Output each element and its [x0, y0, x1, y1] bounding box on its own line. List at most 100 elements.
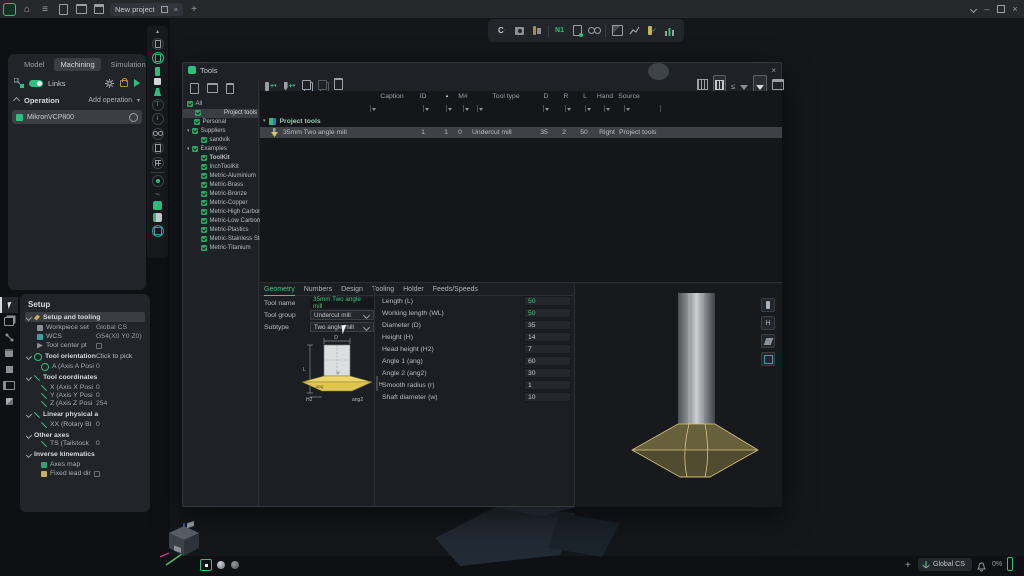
- tool-orientation-node[interactable]: Tool orientationClick to pick: [26, 352, 144, 361]
- snap-mode-icon[interactable]: [200, 559, 212, 571]
- collapse-operation-icon[interactable]: [13, 97, 20, 104]
- param-value-input[interactable]: 50: [524, 308, 571, 318]
- tool-name-input[interactable]: 35mm Two angle mill: [310, 298, 374, 308]
- run-icon[interactable]: [134, 79, 140, 87]
- tool-table-row[interactable]: 35mm Two angle mill 1 1 0 Undercut mill …: [260, 127, 782, 138]
- checkbox-checked-icon[interactable]: [201, 227, 207, 233]
- point-icon[interactable]: [152, 175, 164, 187]
- tooling-icon[interactable]: [530, 24, 544, 38]
- coordinate-system-selector[interactable]: Global CS: [918, 558, 972, 571]
- preview-cube-toggle-icon[interactable]: [761, 352, 775, 366]
- library-green-icon[interactable]: [153, 201, 162, 210]
- chevron-down-icon[interactable]: [26, 314, 32, 321]
- chevron-down-icon[interactable]: [26, 432, 32, 439]
- sort-asc-icon[interactable]: ▴: [442, 93, 452, 99]
- chevron-down-icon[interactable]: [26, 411, 32, 418]
- checkbox-checked-icon[interactable]: [201, 209, 207, 215]
- tool-coordinates-node[interactable]: Tool coordinates: [26, 373, 144, 382]
- machine-radio[interactable]: [129, 113, 138, 122]
- doc-tools-icon[interactable]: [152, 142, 164, 154]
- tab-simulation[interactable]: Simulation: [105, 58, 152, 71]
- plane-icon[interactable]: [0, 361, 18, 377]
- setup-and-tooling-node[interactable]: Setup and tooling: [26, 313, 144, 322]
- group-collapse-icon[interactable]: ▾: [263, 118, 266, 124]
- fixed-lead-checkbox[interactable]: [94, 471, 100, 477]
- filter-mark[interactable]: [604, 105, 610, 112]
- preview-holder-toggle-icon[interactable]: H: [761, 316, 775, 330]
- insert-icon[interactable]: [154, 78, 161, 85]
- expand-chevron-icon[interactable]: ▾: [187, 128, 190, 134]
- axis-a-value[interactable]: 0: [96, 363, 100, 370]
- curve-icon[interactable]: ~: [155, 190, 160, 199]
- col-header-r[interactable]: R: [556, 93, 576, 100]
- rotate-tool-icon[interactable]: C·: [495, 24, 509, 38]
- turning-tool-icon[interactable]: T: [152, 99, 164, 111]
- device-icon[interactable]: [0, 345, 18, 361]
- rotary-row[interactable]: XX (Rotary Bl0: [26, 420, 159, 429]
- checkbox-checked-icon[interactable]: [187, 101, 193, 107]
- checkbox-checked-icon[interactable]: [201, 218, 207, 224]
- minimize-icon[interactable]: –: [980, 2, 994, 16]
- tree-item-metric-aluminium[interactable]: Metric-Aluminium: [183, 172, 258, 181]
- tailstock-row[interactable]: TS (Tailstock0: [26, 439, 159, 448]
- close-window-icon[interactable]: ×: [1008, 2, 1022, 16]
- axis-z-row[interactable]: Z (Axis Z Posi254: [26, 399, 159, 408]
- tree-item-metric-plastics[interactable]: Metric-Plastics: [183, 226, 258, 235]
- new-tab-icon[interactable]: +: [187, 2, 201, 16]
- workpiece-set-value[interactable]: Global CS: [96, 324, 127, 331]
- open-file-icon[interactable]: [74, 2, 88, 16]
- checkbox-checked-icon[interactable]: [201, 245, 207, 251]
- col-header-tool-type[interactable]: Tool type: [485, 93, 527, 100]
- package-icon[interactable]: [0, 393, 18, 409]
- library-dock-icon[interactable]: [0, 377, 18, 393]
- tree-item-examples[interactable]: ▾Examples: [183, 145, 258, 154]
- tools-dialog-titlebar[interactable]: Tools ×: [183, 63, 781, 77]
- inspect-icon[interactable]: [588, 24, 602, 38]
- chevron-down-icon[interactable]: [26, 374, 32, 381]
- window-menu-chevron-icon[interactable]: [966, 2, 980, 16]
- checkbox-checked-icon[interactable]: [201, 191, 207, 197]
- tab-design[interactable]: Design: [341, 284, 363, 295]
- save-file-icon[interactable]: [92, 2, 106, 16]
- machine-icon[interactable]: [513, 24, 527, 38]
- filter-mark[interactable]: [660, 105, 661, 112]
- new-library-icon[interactable]: [188, 82, 200, 94]
- tool-center-checkbox[interactable]: [96, 343, 102, 349]
- tab-model[interactable]: Model: [18, 58, 50, 71]
- param-value-input[interactable]: 30: [524, 368, 571, 378]
- checkbox-checked-icon[interactable]: [201, 173, 207, 179]
- pointer-tool-icon[interactable]: [0, 297, 18, 313]
- fixed-lead-row[interactable]: Fixed lead dir: [26, 469, 159, 478]
- wcs-value[interactable]: G54(X0 Y0 Z0): [96, 333, 142, 340]
- graph-icon[interactable]: [628, 24, 642, 38]
- machine-list-item[interactable]: MikronVCP800: [12, 110, 142, 124]
- filter-mark[interactable]: [565, 105, 571, 112]
- tree-item-sandvik[interactable]: sandvik: [183, 136, 258, 145]
- col-header-caption[interactable]: Caption: [364, 93, 420, 100]
- filter-mark[interactable]: [585, 105, 591, 112]
- wcs-row[interactable]: WCSG54(X0 Y0 Z0): [26, 332, 155, 341]
- open-library-icon[interactable]: [206, 82, 218, 94]
- param-value-input[interactable]: 60: [524, 356, 571, 366]
- filter-mark[interactable]: [624, 105, 630, 112]
- param-value-input[interactable]: 35: [524, 320, 571, 330]
- new-file-icon[interactable]: [56, 2, 70, 16]
- checkbox-checked-icon[interactable]: [194, 119, 200, 125]
- group-row-project-tools[interactable]: ▾ Project tools: [260, 116, 782, 126]
- checkbox-checked-icon[interactable]: [201, 164, 207, 170]
- collapse-groups-icon[interactable]: ≤: [731, 82, 735, 91]
- gcode-icon[interactable]: N1: [553, 24, 567, 38]
- delete-library-icon[interactable]: [224, 82, 236, 94]
- tool-check-icon[interactable]: ✓: [645, 24, 659, 38]
- main-menu-icon[interactable]: ≡: [38, 2, 52, 16]
- param-value-input[interactable]: 14: [524, 332, 571, 342]
- home-icon[interactable]: ⌂: [20, 2, 34, 16]
- param-value-input[interactable]: 50: [524, 296, 571, 306]
- drill-icon[interactable]: i: [152, 113, 164, 125]
- tree-item-metric-copper[interactable]: Metric-Copper: [183, 199, 258, 208]
- add-cs-button[interactable]: +: [905, 560, 911, 571]
- checkbox-checked-icon[interactable]: [201, 137, 207, 143]
- detach-tab-icon[interactable]: [161, 6, 168, 13]
- param-value-input[interactable]: 7: [524, 344, 571, 354]
- holder-icon[interactable]: [152, 38, 164, 50]
